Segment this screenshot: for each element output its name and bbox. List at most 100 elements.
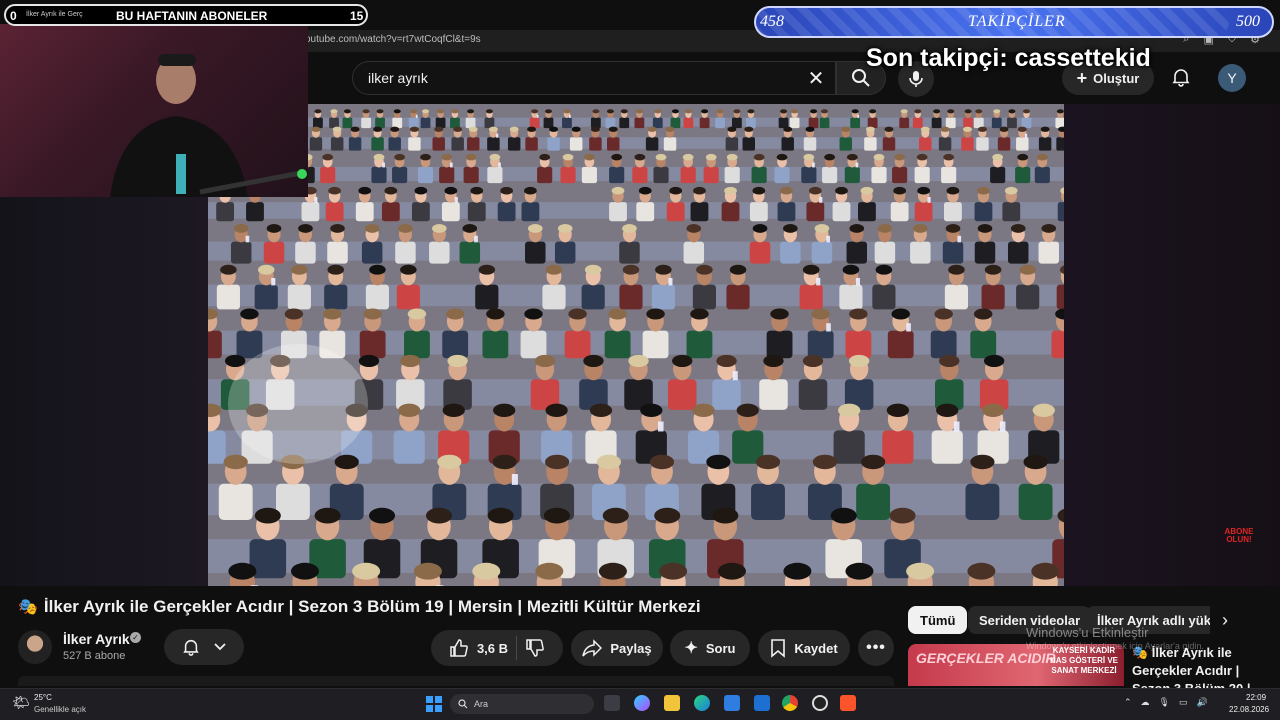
ask-button[interactable]: ✦ Soru: [670, 630, 750, 666]
weather-temperature[interactable]: 25°C: [34, 693, 52, 702]
audience-hair: [752, 224, 768, 233]
microphone-icon[interactable]: 🎙: [1159, 697, 1170, 708]
outlook-icon[interactable]: [754, 695, 770, 711]
audience-body: [450, 117, 460, 129]
audience-body: [1057, 202, 1064, 222]
video-player[interactable]: [208, 104, 1064, 586]
dislike-button[interactable]: [525, 638, 545, 658]
subscription-notifications-button[interactable]: [164, 629, 244, 665]
audience-hair: [669, 186, 683, 195]
audience-body: [254, 284, 278, 310]
like-button[interactable]: 3,6 B: [449, 638, 508, 658]
audience-body: [686, 330, 713, 359]
obs-icon[interactable]: [812, 695, 828, 711]
audience-hair: [672, 354, 693, 368]
weather-description[interactable]: Genellikle açık: [34, 705, 86, 714]
audience-body: [766, 330, 793, 359]
audience-phone: [906, 323, 911, 332]
save-button[interactable]: Kaydet: [758, 630, 850, 666]
audience-hair: [590, 126, 600, 132]
cloud-icon[interactable]: ☁: [1141, 697, 1150, 708]
more-actions-button[interactable]: •••: [858, 630, 894, 666]
audience-phone: [826, 235, 830, 243]
audience-hair: [977, 186, 990, 195]
audience-body: [742, 137, 756, 151]
volume-icon[interactable]: 🔊: [1197, 697, 1208, 708]
description-panel[interactable]: [18, 676, 894, 686]
browser-url[interactable]: youtube.com/watch?v=rt7wtCoqfCl&t=9s: [300, 34, 481, 45]
taskbar-date[interactable]: 22.08.2026: [1229, 705, 1269, 714]
audience-hair: [527, 126, 537, 132]
search-input-value[interactable]: ilker ayrık: [368, 70, 428, 86]
audience-hair: [634, 153, 646, 161]
audience-body: [208, 430, 226, 464]
taskbar-search[interactable]: Ara: [450, 694, 594, 714]
audience-body: [973, 117, 984, 129]
audience-hair: [583, 153, 595, 161]
audience-body: [607, 137, 620, 151]
chip-all[interactable]: Tümü: [908, 606, 968, 634]
audience-hair: [409, 126, 419, 132]
brave-icon[interactable]: [840, 695, 856, 711]
edge-icon[interactable]: [694, 695, 710, 711]
taskbar-time[interactable]: 22:09: [1246, 693, 1266, 702]
chevron-up-icon[interactable]: ⌃: [1124, 697, 1132, 708]
audience-hair: [894, 153, 906, 161]
share-label: Paylaş: [610, 640, 652, 656]
audience-body: [731, 117, 742, 129]
audience-body: [276, 483, 310, 520]
clear-search-icon[interactable]: ✕: [806, 66, 826, 91]
channel-name[interactable]: İlker Ayrık: [63, 631, 130, 647]
chevron-right-icon[interactable]: ›: [1222, 610, 1228, 631]
account-avatar[interactable]: Y: [1218, 64, 1246, 92]
copilot-icon[interactable]: [634, 695, 650, 711]
share-button[interactable]: Paylaş: [571, 630, 663, 666]
audience-body: [746, 117, 756, 129]
audience-hair: [1032, 403, 1055, 418]
audience-body: [1016, 284, 1040, 310]
audience-hair: [724, 186, 737, 195]
chrome-icon[interactable]: [782, 695, 798, 711]
audience-body: [931, 117, 942, 129]
audience-hair: [659, 562, 688, 580]
audience-body: [961, 137, 974, 151]
audience-body: [965, 483, 1000, 520]
audience-body: [803, 137, 817, 151]
audience-hair: [655, 153, 667, 161]
audience-phone: [245, 235, 250, 243]
audience-phone: [855, 162, 859, 168]
audience-phone: [474, 235, 478, 243]
store-icon[interactable]: [724, 695, 740, 711]
audience-hair: [705, 153, 717, 161]
audience-body: [692, 284, 716, 310]
audience-body: [348, 137, 362, 151]
audience-hair: [1031, 562, 1060, 580]
network-icon[interactable]: ▭: [1179, 697, 1188, 708]
audience-hair: [693, 186, 706, 195]
task-view-icon[interactable]: [604, 695, 620, 711]
browser-tab-title[interactable]: İlker Ayrık ile Gerç: [26, 11, 83, 18]
audience-hair: [849, 224, 865, 233]
audience-body: [404, 330, 430, 359]
audience-hair: [500, 186, 513, 195]
audience-hair: [744, 126, 754, 132]
start-button[interactable]: [426, 696, 442, 712]
audience-hair: [373, 153, 385, 161]
audience-hair: [487, 507, 514, 524]
audience-hair: [696, 264, 713, 275]
notifications-button[interactable]: [1166, 62, 1196, 92]
audience-body: [216, 284, 240, 310]
audience-phone: [498, 162, 501, 168]
audience-hair: [776, 153, 788, 161]
channel-avatar[interactable]: [18, 630, 52, 664]
audience-hair: [311, 126, 321, 132]
audience-phone: [1024, 133, 1028, 138]
weather-sun-icon[interactable]: 🌤: [12, 694, 30, 711]
audience-hair: [701, 109, 709, 114]
file-explorer-icon[interactable]: [664, 695, 680, 711]
audience-hair: [368, 507, 396, 524]
audience-hair: [884, 126, 894, 132]
audience-body: [663, 137, 677, 151]
audience-body: [361, 241, 383, 264]
weekly-subscribers-goal: 15: [350, 9, 364, 23]
